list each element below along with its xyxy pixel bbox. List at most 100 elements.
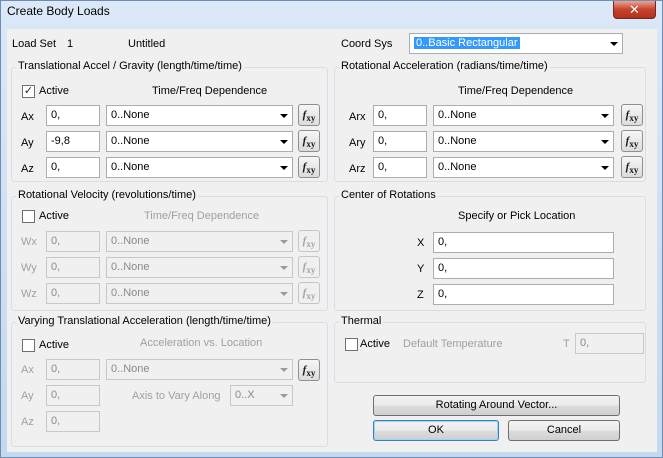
wz-input[interactable]: 0, [46, 283, 100, 304]
thermal-active-checkbox[interactable] [345, 338, 358, 351]
cancel-button[interactable]: Cancel [508, 420, 620, 441]
window-title: Create Body Loads [7, 4, 110, 18]
ax-function-icon[interactable]: fxy [298, 104, 320, 126]
temperature-input[interactable]: 0, [575, 333, 644, 354]
translational-title: Translational Accel / Gravity (length/ti… [16, 60, 244, 72]
load-set-id: 1 [67, 38, 74, 50]
coord-sys-select[interactable]: 0..Basic Rectangular [409, 33, 623, 54]
varying-translational-group: Varying Translational Acceleration (leng… [11, 315, 328, 447]
temperature-t-label: T [563, 338, 570, 350]
wy-input[interactable]: 0, [46, 257, 100, 278]
wz-dependence-select[interactable]: 0..None [106, 283, 293, 304]
chevron-down-icon [601, 140, 609, 144]
arz-label: Arz [349, 163, 366, 175]
wy-function-icon[interactable]: fxy [298, 256, 320, 278]
arz-dependence-select[interactable]: 0..None [433, 157, 614, 178]
ok-button[interactable]: OK [373, 420, 499, 441]
arx-label: Arx [349, 111, 366, 123]
arx-input[interactable]: 0, [373, 105, 427, 126]
ary-function-icon[interactable]: fxy [621, 130, 643, 152]
varying-dependence-select[interactable]: 0..None [106, 359, 293, 380]
thermal-group: Thermal Active Default Temperature T 0, [334, 315, 646, 383]
axis-to-vary-select[interactable]: 0..X [230, 385, 293, 406]
chevron-down-icon [280, 394, 288, 398]
arx-dependence-select[interactable]: 0..None [433, 105, 614, 126]
fxy-sub: xy [629, 113, 639, 124]
varying-az-label: Az [21, 416, 34, 428]
center-y-input[interactable]: 0, [433, 258, 614, 279]
az-input[interactable]: 0, [46, 157, 100, 178]
wx-function-icon[interactable]: fxy [298, 230, 320, 252]
ay-function-icon[interactable]: fxy [298, 130, 320, 152]
coord-sys-value: 0..Basic Rectangular [414, 37, 520, 49]
ary-dependence-select[interactable]: 0..None [433, 131, 614, 152]
arx-dependence-value: 0..None [438, 109, 477, 121]
rotating-around-vector-button[interactable]: Rotating Around Vector... [373, 395, 620, 416]
ay-dependence-select[interactable]: 0..None [106, 131, 293, 152]
arz-function-icon[interactable]: fxy [621, 156, 643, 178]
varying-az-input[interactable]: 0, [46, 411, 100, 432]
chevron-down-icon [280, 368, 288, 372]
ary-input[interactable]: 0, [373, 131, 427, 152]
varying-ax-input[interactable]: 0, [46, 359, 100, 380]
fxy-sub: xy [629, 165, 639, 176]
fxy-sub: xy [306, 291, 316, 302]
center-z-input[interactable]: 0, [433, 284, 614, 305]
arz-dependence-value: 0..None [438, 161, 477, 173]
varying-active-label: Active [39, 339, 69, 351]
fxy-sub: xy [306, 239, 316, 250]
wz-function-icon[interactable]: fxy [298, 282, 320, 304]
center-x-label: X [417, 237, 425, 249]
chevron-down-icon [280, 240, 288, 244]
ay-label: Ay [21, 137, 34, 149]
wy-dependence-select[interactable]: 0..None [106, 257, 293, 278]
arz-input[interactable]: 0, [373, 157, 427, 178]
center-title: Center of Rotations [339, 189, 438, 201]
fxy-sub: xy [306, 265, 316, 276]
rotational-velocity-title: Rotational Velocity (revolutions/time) [16, 189, 198, 201]
wy-dependence-value: 0..None [111, 261, 150, 273]
ay-input[interactable]: -9,8 [46, 131, 100, 152]
fxy-sub: xy [306, 139, 316, 150]
az-dependence-select[interactable]: 0..None [106, 157, 293, 178]
center-z-label: Z [417, 289, 424, 301]
varying-ay-label: Ay [21, 390, 34, 402]
az-dependence-value: 0..None [111, 161, 150, 173]
axis-to-vary-label: Axis to Vary Along [132, 390, 221, 402]
center-y-label: Y [417, 263, 425, 275]
wx-dependence-select[interactable]: 0..None [106, 231, 293, 252]
rotational-accel-group: Rotational Acceleration (radians/time/ti… [334, 60, 646, 182]
translational-active-checkbox[interactable]: ✓ [22, 85, 35, 98]
wx-dependence-value: 0..None [111, 235, 150, 247]
fxy-sub: xy [306, 113, 316, 124]
rotational-velocity-active-checkbox[interactable] [22, 210, 35, 223]
wx-input[interactable]: 0, [46, 231, 100, 252]
load-set-name: Untitled [128, 38, 166, 50]
translational-active-label: Active [39, 85, 69, 97]
varying-active-checkbox[interactable] [22, 339, 35, 352]
chevron-down-icon [601, 114, 609, 118]
varying-ay-input[interactable]: 0, [46, 385, 100, 406]
chevron-down-icon [280, 140, 288, 144]
dialog-window: Create Body Loads ✕ Load Set 1 Untitled … [0, 0, 663, 458]
dialog-body: Load Set 1 Untitled Coord Sys 0..Basic R… [7, 29, 657, 452]
varying-title: Varying Translational Acceleration (leng… [16, 315, 273, 327]
ax-input[interactable]: 0, [46, 105, 100, 126]
fxy-sub: xy [629, 139, 639, 150]
ax-dependence-value: 0..None [111, 109, 150, 121]
arx-function-icon[interactable]: fxy [621, 104, 643, 126]
rotational-accel-dependence-label: Time/Freq Dependence [458, 85, 574, 97]
ax-dependence-select[interactable]: 0..None [106, 105, 293, 126]
rotational-velocity-active-label: Active [39, 210, 69, 222]
rotational-velocity-group: Rotational Velocity (revolutions/time) A… [11, 189, 328, 311]
az-function-icon[interactable]: fxy [298, 156, 320, 178]
close-button[interactable]: ✕ [613, 1, 656, 19]
center-x-input[interactable]: 0, [433, 232, 614, 253]
coord-sys-label: Coord Sys [341, 38, 393, 50]
wy-label: Wy [21, 262, 37, 274]
checkmark-icon: ✓ [23, 85, 34, 97]
chevron-down-icon [280, 292, 288, 296]
varying-function-icon[interactable]: fxy [298, 359, 320, 381]
thermal-active-label: Active [360, 338, 390, 350]
title-bar[interactable]: Create Body Loads ✕ [1, 1, 662, 23]
